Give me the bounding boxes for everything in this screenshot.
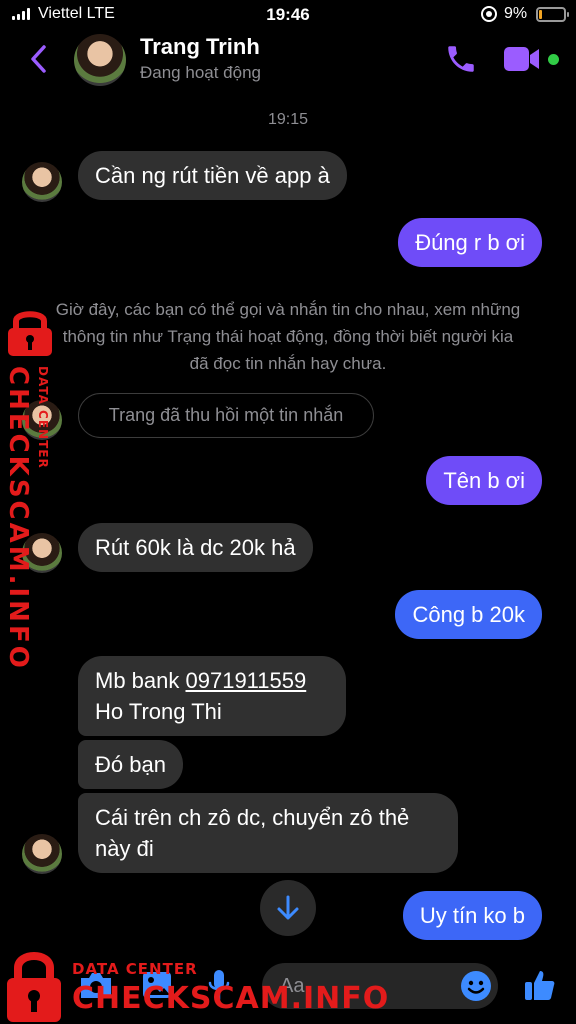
watermark-big-text: CHECKSCAM.INFO <box>72 981 390 1016</box>
message-line: Ho Trong Thi <box>95 699 222 724</box>
contact-status: Đang hoạt động <box>140 63 261 82</box>
watermark-small-text: DATA CENTER <box>72 960 198 978</box>
unsent-message-notice: Trang đã thu hồi một tin nhắn <box>78 393 374 438</box>
rotation-lock-icon <box>481 6 497 22</box>
thumbs-up-icon[interactable] <box>522 967 558 1003</box>
message-text: Mb bank <box>95 668 186 693</box>
video-camera-icon[interactable] <box>503 46 541 72</box>
message-line: này đi <box>95 836 154 861</box>
info-line: đã đọc tin nhắn hay chưa. <box>189 354 387 373</box>
message-bubble-incoming[interactable]: Cái trên ch zô dc, chuyển zô thẻ này đi <box>78 793 458 873</box>
status-bar: Viettel LTE 19:46 9% <box>0 0 576 30</box>
message-bubble-incoming[interactable]: Đó bạn <box>78 740 183 789</box>
emoji-icon[interactable] <box>460 970 492 1002</box>
message-bubble-incoming[interactable]: Rút 60k là dc 20k hả <box>78 523 313 572</box>
message-bubble-outgoing[interactable]: Đúng r b ơi <box>398 218 542 267</box>
system-info-text: Giờ đây, các bạn có thể gọi và nhắn tin … <box>22 296 554 377</box>
message-bubble-incoming[interactable]: Cần ng rút tiền về app à <box>78 151 347 200</box>
phone-number-link[interactable]: 0971911559 <box>186 668 307 693</box>
contact-avatar[interactable] <box>74 34 126 86</box>
message-bubble-outgoing[interactable]: Uy tín ko b <box>402 891 542 940</box>
message-bubble-outgoing[interactable]: Tên b ơi <box>426 456 542 505</box>
sender-avatar[interactable] <box>22 162 62 202</box>
battery-icon <box>536 7 569 22</box>
info-line: Giờ đây, các bạn có thể gọi và nhắn tin … <box>55 300 521 319</box>
watermark-small-text: DATA CENTER <box>36 366 50 469</box>
online-indicator <box>548 54 559 65</box>
padlock-icon <box>4 308 56 356</box>
scroll-down-arrow-icon <box>277 895 299 920</box>
padlock-icon <box>4 948 64 1024</box>
message-bubble-incoming[interactable]: Mb bank 0971911559 Ho Trong Thi <box>78 656 346 736</box>
message-bubble-outgoing[interactable]: Công b 20k <box>395 590 542 639</box>
message-line: Cái trên ch zô dc, chuyển zô thẻ <box>95 805 410 830</box>
battery-percentage: 9% <box>504 5 528 22</box>
chat-timestamp: 19:15 <box>267 111 309 128</box>
back-chevron-icon[interactable] <box>26 42 52 76</box>
chat-header: Trang Trinh Đang hoạt động <box>0 30 576 92</box>
sender-avatar[interactable] <box>22 834 62 874</box>
message-line: Mb bank 0971911559 <box>95 665 329 696</box>
watermark-big-text: CHECKSCAM.INFO <box>3 366 33 671</box>
info-line: thông tin như Trạng thái hoạt động, đồng… <box>62 327 514 346</box>
phone-icon[interactable] <box>444 42 478 76</box>
scroll-down-button[interactable] <box>260 880 316 936</box>
contact-name[interactable]: Trang Trinh <box>140 34 260 60</box>
